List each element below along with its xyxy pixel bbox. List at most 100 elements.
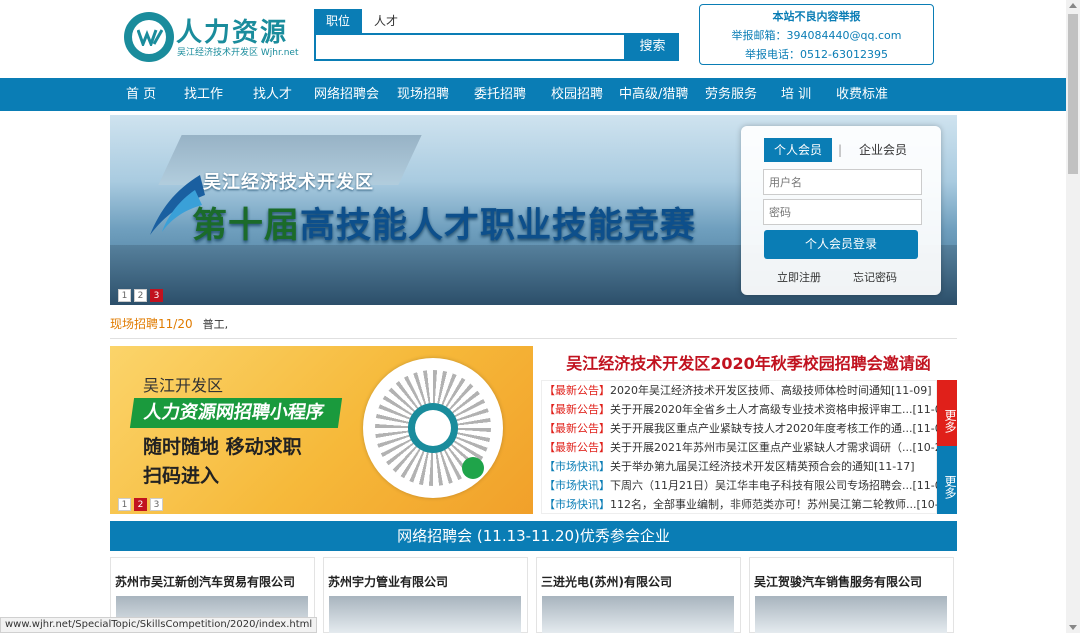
scroll-down-icon[interactable]: [1069, 625, 1077, 630]
company-card[interactable]: 吴江贺骏汽车销售服务有限公司: [749, 557, 954, 633]
nav-item-campus[interactable]: 校园招聘: [551, 78, 603, 111]
live-recruitment-ticker: 现场招聘11/20 普工,: [110, 315, 228, 333]
status-bar-url: www.wjhr.net/SpecialTopic/SkillsCompetit…: [0, 617, 318, 633]
company-name[interactable]: 吴江贺骏汽车销售服务有限公司: [754, 573, 922, 590]
news-headline[interactable]: 吴江经济技术开发区2020年秋季校园招聘会邀请函: [540, 350, 957, 374]
nav-item-online-fair[interactable]: 网络招聘会: [314, 78, 379, 111]
news-list: 【最新公告】2020年吴江经济技术开发区技师、高级技师体检时间通知[11-09]…: [541, 380, 938, 515]
scroll-up-icon[interactable]: [1069, 3, 1077, 8]
promo-line4: 扫码进入: [143, 465, 220, 487]
logo-subtitle: 吴江经济技术开发区 Wjhr.net: [177, 48, 299, 58]
banner-subtitle: 吴江经济技术开发区: [203, 172, 374, 193]
search-tabs: 职位 人才: [314, 9, 410, 33]
nav-item-training[interactable]: 培 训: [781, 78, 811, 111]
live-label[interactable]: 现场招聘11/20: [110, 317, 193, 331]
password-input[interactable]: [763, 199, 922, 225]
online-fair-section-title: 网络招聘会 (11.13-11.20)优秀参会企业: [110, 521, 957, 551]
news-tag: 【最新公告】: [544, 403, 610, 416]
scrollbar[interactable]: [1066, 0, 1080, 633]
search-input[interactable]: [314, 33, 626, 61]
company-image[interactable]: [542, 596, 734, 633]
news-tag: 【最新公告】: [544, 422, 610, 435]
nav-item-onsite[interactable]: 现场招聘: [397, 78, 449, 111]
divider: [110, 338, 957, 339]
nav-item-find-talent[interactable]: 找人才: [253, 78, 292, 111]
nav-item-home[interactable]: 首 页: [126, 78, 156, 111]
login-tab-separator: |: [838, 143, 843, 157]
news-tag: 【最新公告】: [544, 441, 610, 454]
site-header: 人力资源 吴江经济技术开发区 Wjhr.net 职位 人才 搜索 本站不良内容举…: [0, 0, 1066, 78]
news-tag: 【最新公告】: [544, 384, 610, 397]
main-nav: 首 页 找工作 找人才 网络招聘会 现场招聘 委托招聘 校园招聘 中高级/猎聘 …: [0, 78, 1066, 111]
news-text: 关于举办第九届吴江经济技术开发区精英预合会的通知[11-17]: [610, 460, 915, 473]
banner-page-3[interactable]: 3: [150, 289, 163, 302]
promo-page-1[interactable]: 1: [118, 498, 131, 511]
company-name[interactable]: 苏州市吴江新创汽车贸易有限公司: [115, 573, 295, 590]
logo-mark-icon: [137, 29, 163, 46]
news-text: 112名，全部事业编制，非师范类亦可！苏州吴江第二轮教师...[10-29]: [610, 498, 938, 511]
logo-title: 人力资源: [176, 18, 289, 48]
search-tab-position[interactable]: 职位: [314, 9, 363, 33]
banner-title-part2: 高技能人才职业技能竞赛: [300, 206, 697, 246]
search-button[interactable]: 搜索: [626, 33, 679, 61]
list-item[interactable]: 【最新公告】关于开展2020年全省乡土人才高级专业技术资格申报评审工...[11…: [544, 400, 938, 420]
nav-item-headhunt[interactable]: 中高级/猎聘: [619, 78, 688, 111]
nav-item-find-job[interactable]: 找工作: [184, 78, 223, 111]
username-input[interactable]: [763, 169, 922, 195]
search-tab-talent[interactable]: 人才: [362, 9, 410, 33]
list-item[interactable]: 【市场快讯】112名，全部事业编制，非师范类亦可！苏州吴江第二轮教师...[10…: [544, 495, 938, 515]
news-tag: 【市场快讯】: [544, 460, 610, 473]
banner-page-1[interactable]: 1: [118, 289, 131, 302]
nav-item-pricing[interactable]: 收费标准: [836, 78, 888, 111]
company-name[interactable]: 苏州宇力管业有限公司: [328, 573, 448, 590]
company-image[interactable]: [755, 596, 947, 633]
promo-banner[interactable]: 吴江开发区 人力资源网招聘小程序 随时随地 移动求职 扫码进入 1 2 3: [110, 346, 533, 514]
promo-line1: 吴江开发区: [143, 376, 224, 395]
promo-page-2[interactable]: 2: [134, 498, 147, 511]
company-name[interactable]: 三进光电(苏州)有限公司: [541, 573, 672, 590]
promo-page-3[interactable]: 3: [150, 498, 163, 511]
page: 人力资源 吴江经济技术开发区 Wjhr.net 职位 人才 搜索 本站不良内容举…: [0, 0, 1080, 633]
live-text[interactable]: 普工,: [203, 318, 229, 331]
forgot-password-link[interactable]: 忘记密码: [853, 269, 897, 285]
report-title: 本站不良内容举报: [772, 10, 861, 23]
news-tag: 【市场快讯】: [544, 498, 610, 511]
list-item[interactable]: 【最新公告】关于开展2021年苏州市吴江区重点产业紧缺人才需求调研（...[10…: [544, 438, 938, 458]
promo-line2: 人力资源网招聘小程序: [129, 398, 343, 428]
site-logo[interactable]: 人力资源 吴江经济技术开发区 Wjhr.net: [124, 10, 298, 62]
banner-page-2[interactable]: 2: [134, 289, 147, 302]
more-market-news-button[interactable]: 更多: [937, 446, 957, 514]
report-email[interactable]: 举报邮箱：394084440@qq.com: [700, 27, 933, 43]
mini-program-icon: [462, 457, 484, 479]
login-button[interactable]: 个人会员登录: [764, 230, 918, 259]
tab-personal-member[interactable]: 个人会员: [764, 138, 832, 162]
report-phone: 举报电话：0512-63012395: [745, 48, 888, 61]
company-card[interactable]: 苏州宇力管业有限公司: [323, 557, 528, 633]
news-tag: 【市场快讯】: [544, 479, 610, 492]
list-item[interactable]: 【市场快讯】下周六（11月21日）吴江华丰电子科技有限公司专场招聘会...[11…: [544, 476, 938, 496]
news-text: 关于开展2021年苏州市吴江区重点产业紧缺人才需求调研（...[10-21]: [610, 441, 938, 454]
banner-title-part1: 第十届: [192, 206, 301, 246]
company-image[interactable]: [329, 596, 521, 633]
banner-title: 第十届高技能人才职业技能竞赛: [192, 197, 696, 248]
news-text: 关于开展2020年全省乡土人才高级专业技术资格申报评审工...[11-05]: [610, 403, 938, 416]
list-item[interactable]: 【最新公告】关于开展我区重点产业紧缺专技人才2020年度考核工作的通...[11…: [544, 419, 938, 439]
nav-item-entrusted[interactable]: 委托招聘: [474, 78, 526, 111]
list-item[interactable]: 【市场快讯】关于举办第九届吴江经济技术开发区精英预合会的通知[11-17]: [544, 457, 938, 477]
qr-logo-center: [415, 410, 451, 446]
tab-enterprise-member[interactable]: 企业会员: [859, 138, 907, 162]
promo-line3: 随时随地 移动求职: [143, 436, 302, 458]
qr-code-icon: [363, 358, 503, 498]
list-item[interactable]: 【最新公告】2020年吴江经济技术开发区技师、高级技师体检时间通知[11-09]: [544, 381, 938, 401]
more-announcements-button[interactable]: 更多: [937, 380, 957, 448]
news-text: 关于开展我区重点产业紧缺专技人才2020年度考核工作的通...[11-04]: [610, 422, 938, 435]
company-card[interactable]: 三进光电(苏州)有限公司: [536, 557, 741, 633]
news-text: 2020年吴江经济技术开发区技师、高级技师体检时间通知[11-09]: [610, 384, 932, 397]
login-panel: 个人会员 | 企业会员 个人会员登录 立即注册 忘记密码: [741, 126, 941, 295]
promo-pager: 1 2 3: [118, 498, 163, 511]
banner-pager: 1 2 3: [118, 289, 163, 302]
scroll-thumb[interactable]: [1068, 14, 1078, 174]
report-box: 本站不良内容举报 举报邮箱：394084440@qq.com 举报电话：0512…: [699, 4, 934, 65]
nav-item-labor[interactable]: 劳务服务: [705, 78, 757, 111]
register-link[interactable]: 立即注册: [777, 269, 821, 285]
